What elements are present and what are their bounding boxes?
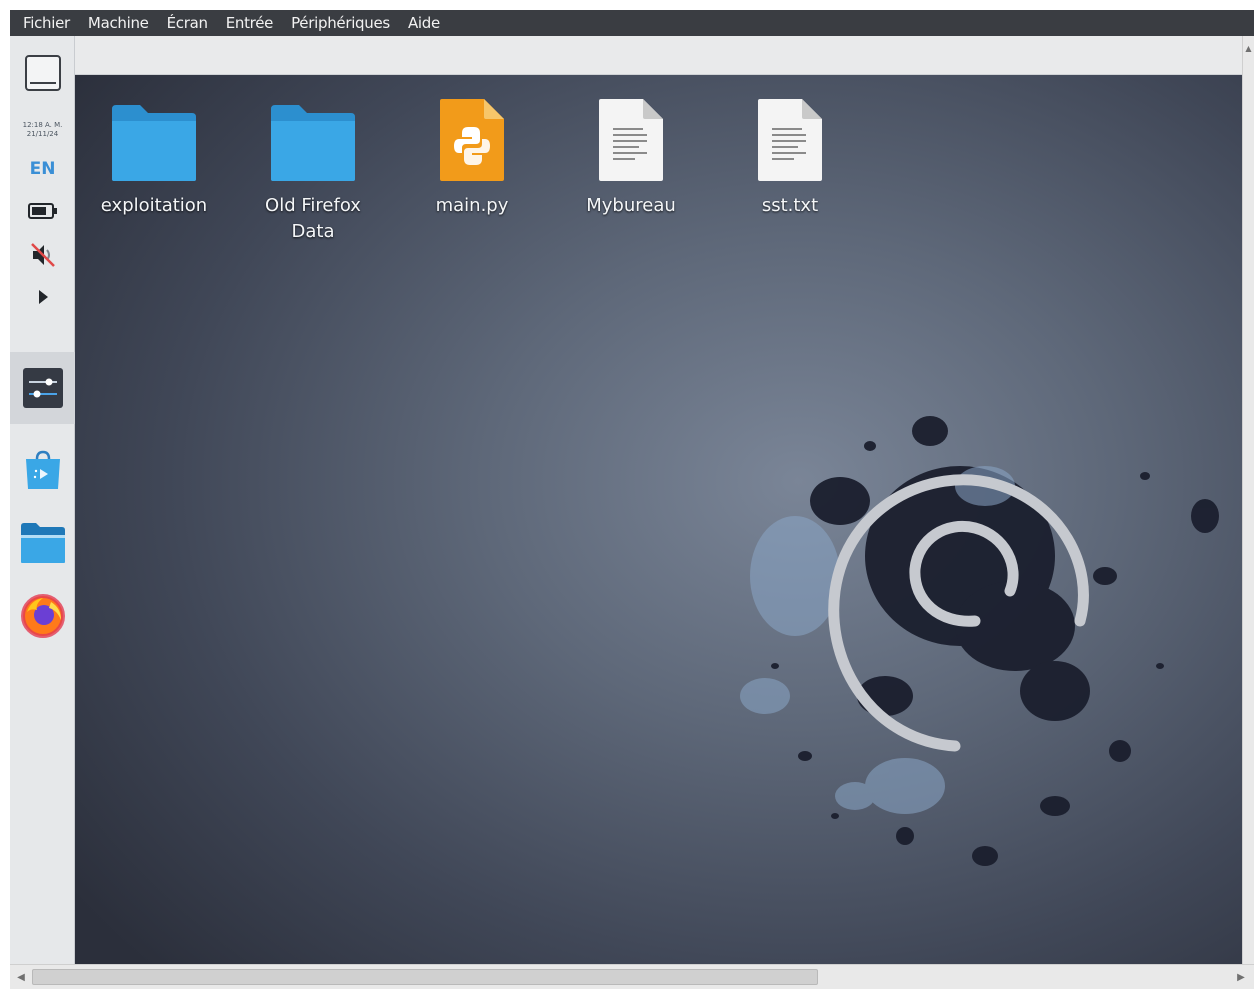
scroll-up-icon[interactable]: ▲: [1243, 44, 1254, 54]
dock-app-store[interactable]: [10, 448, 75, 492]
menu-fichier[interactable]: Fichier: [14, 14, 79, 32]
desktop-icon-label: exploitation: [100, 195, 208, 216]
volume-indicator[interactable]: [10, 240, 75, 270]
clock-date: 21/11/24: [26, 130, 59, 138]
menu-ecran[interactable]: Écran: [158, 14, 217, 32]
expand-tray-button[interactable]: [10, 284, 75, 310]
show-desktop-icon: [24, 55, 61, 91]
clock-widget[interactable]: 12:18 A. M. 21/11/24: [10, 114, 75, 146]
desktop-icon-label: Mybureau: [586, 195, 676, 216]
desktop-icon-old-firefox-data[interactable]: Old Firefox Data: [238, 91, 388, 245]
horizontal-scroll-thumb[interactable]: [32, 969, 818, 985]
desktop-icon-main-py[interactable]: main.py: [397, 91, 547, 219]
show-desktop-button[interactable]: [10, 50, 75, 96]
left-panel: 12:18 A. M. 21/11/24 EN: [10, 36, 75, 964]
guest-top-bar: [75, 36, 1242, 75]
vm-window: Fichier Machine Écran Entrée Périphériqu…: [10, 10, 1254, 989]
python-file-icon: [440, 99, 504, 181]
desktop-icon-label: Old Firefox Data: [265, 195, 361, 242]
folder-icon: [271, 105, 355, 181]
horizontal-scrollbar[interactable]: ◀ ▶: [10, 964, 1254, 989]
menu-peripheriques[interactable]: Périphériques: [282, 14, 399, 32]
battery-indicator[interactable]: [10, 198, 75, 224]
desktop-icon-mybureau[interactable]: Mybureau: [556, 91, 706, 219]
folder-icon: [112, 105, 196, 181]
scroll-right-icon[interactable]: ▶: [1232, 968, 1250, 986]
host-menubar: Fichier Machine Écran Entrée Périphériqu…: [10, 10, 1254, 36]
dock-app-firefox[interactable]: [10, 592, 75, 640]
dock-app-settings[interactable]: [10, 366, 75, 410]
desktop-icon-label: sst.txt: [761, 195, 819, 216]
desktop-icon-sst-txt[interactable]: sst.txt: [715, 91, 865, 219]
volume-muted-icon: [30, 243, 55, 267]
scroll-left-icon[interactable]: ◀: [12, 968, 30, 986]
menu-aide[interactable]: Aide: [399, 14, 449, 32]
document-file-icon: [599, 99, 663, 181]
firefox-icon: [20, 594, 65, 638]
vertical-scrollbar[interactable]: ▲: [1242, 36, 1254, 964]
desktop-icon-exploitation[interactable]: exploitation: [79, 91, 229, 219]
text-file-icon: [758, 99, 822, 181]
debian-swirl-wallpaper: [740, 416, 1219, 866]
file-manager-icon: [20, 523, 65, 563]
menu-entree[interactable]: Entrée: [217, 14, 282, 32]
settings-sliders-icon: [22, 368, 63, 408]
software-store-icon: [25, 450, 60, 489]
desktop-icon-label: main.py: [435, 195, 509, 216]
keyboard-layout-label: EN: [29, 159, 56, 179]
keyboard-layout-indicator[interactable]: EN: [10, 154, 75, 184]
battery-icon: [27, 203, 57, 219]
expand-arrow-icon: [38, 290, 48, 304]
menu-machine[interactable]: Machine: [79, 14, 158, 32]
dock-app-files[interactable]: [10, 520, 75, 566]
clock-time: 12:18 A. M.: [22, 121, 63, 129]
guest-screen: exploitation Old Firefox Data main.py My…: [10, 36, 1242, 964]
